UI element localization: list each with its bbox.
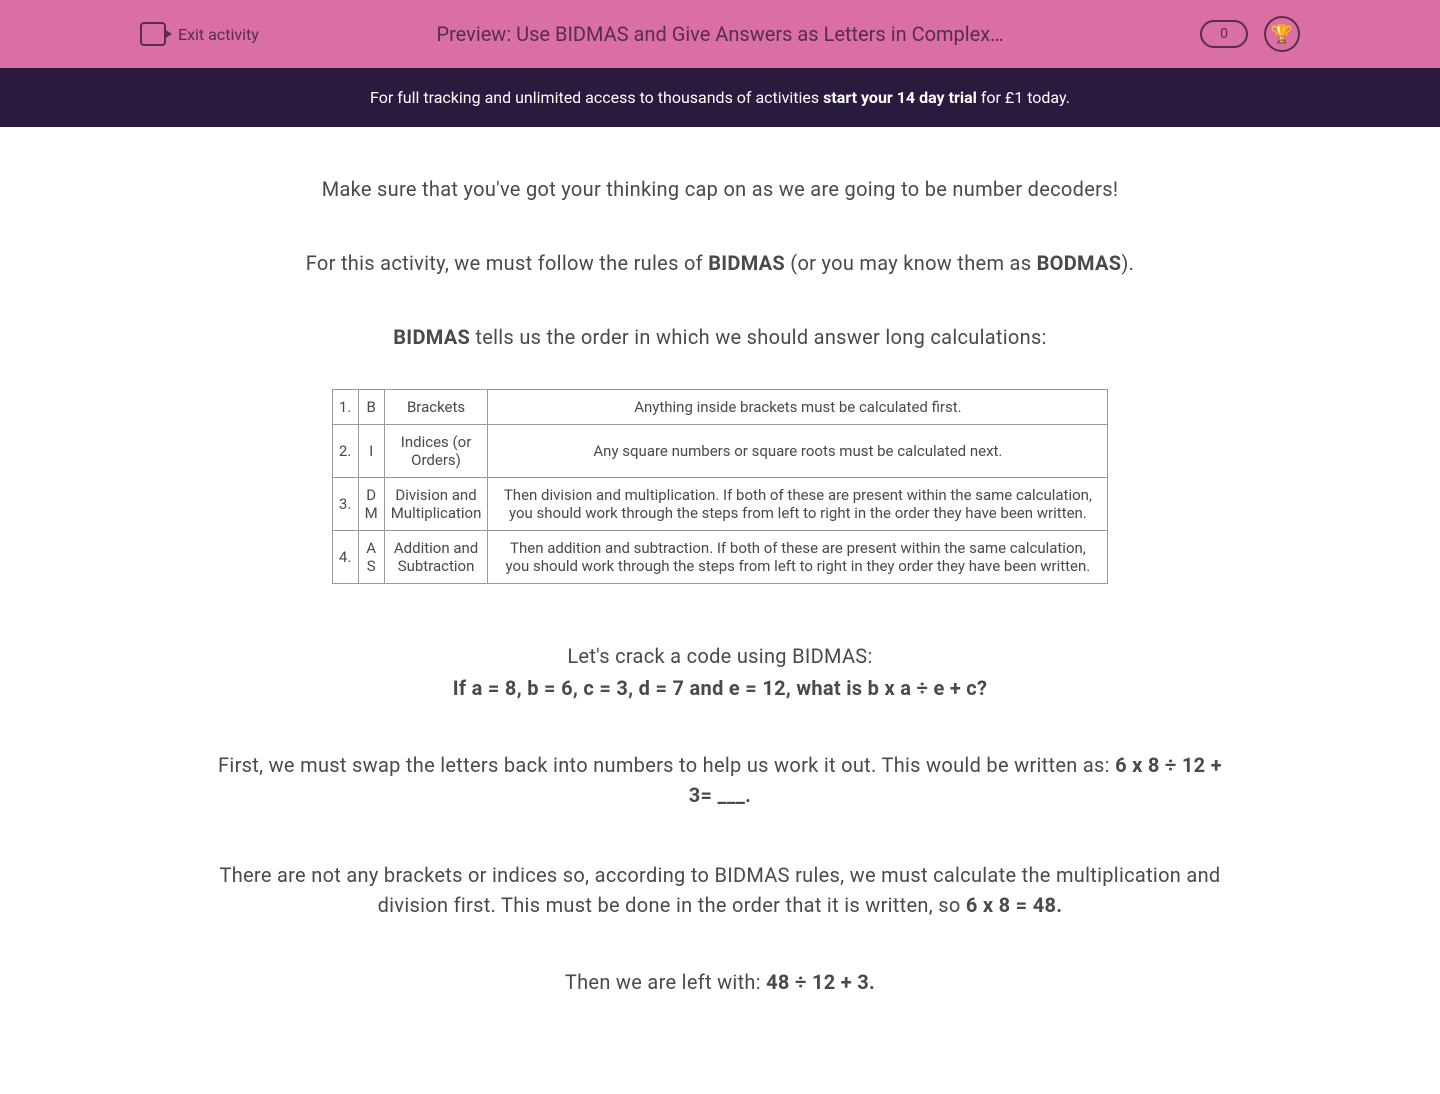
row-num: 1.	[332, 390, 358, 425]
row-name: Division and Multiplication	[384, 478, 488, 531]
order-text: BIDMAS tells us the order in which we sh…	[210, 325, 1230, 349]
table-row: 4. A S Addition and Subtraction Then add…	[332, 531, 1108, 584]
row-name: Addition and Subtraction	[384, 531, 488, 584]
header-bar: Exit activity Preview: Use BIDMAS and Gi…	[0, 0, 1440, 68]
promo-prefix: For full tracking and unlimited access t…	[370, 88, 823, 107]
table-row: 1. B Brackets Anything inside brackets m…	[332, 390, 1108, 425]
row-letter: B	[358, 390, 384, 425]
explain2-bold: 6 x 8 = 48.	[966, 893, 1063, 917]
row-letter: A S	[358, 531, 384, 584]
intro-text: Make sure that you've got your thinking …	[210, 177, 1230, 201]
explain-text-1: First, we must swap the letters back int…	[210, 750, 1230, 810]
row-desc: Then addition and subtraction. If both o…	[488, 531, 1108, 584]
explain2-prefix: There are not any brackets or indices so…	[219, 863, 1220, 917]
row-name: Indices (or Orders)	[384, 425, 488, 478]
trophy-icon: 🏆	[1271, 24, 1293, 45]
rules-suffix: ).	[1121, 251, 1134, 275]
row-num: 3.	[332, 478, 358, 531]
row-letter: D M	[358, 478, 384, 531]
exit-label: Exit activity	[178, 25, 259, 44]
order-suffix: tells us the order in which we should an…	[470, 325, 1047, 349]
step-prefix: Then we are left with:	[565, 970, 766, 994]
promo-banner[interactable]: For full tracking and unlimited access t…	[0, 68, 1440, 127]
row-desc: Then division and multiplication. If bot…	[488, 478, 1108, 531]
step-bold: 48 ÷ 12 + 3.	[766, 970, 875, 994]
order-prefix: BIDMAS	[393, 325, 470, 349]
rules-text: For this activity, we must follow the ru…	[210, 251, 1230, 275]
rules-prefix: For this activity, we must follow the ru…	[306, 251, 708, 275]
promo-suffix: for £1 today.	[977, 88, 1070, 107]
row-name: Brackets	[384, 390, 488, 425]
trophy-button[interactable]: 🏆	[1264, 16, 1300, 52]
code-intro: Let's crack a code using BIDMAS:	[210, 644, 1230, 668]
step-text: Then we are left with: 48 ÷ 12 + 3.	[210, 970, 1230, 994]
exit-icon	[140, 22, 166, 46]
table-row: 2. I Indices (or Orders) Any square numb…	[332, 425, 1108, 478]
row-desc: Anything inside brackets must be calcula…	[488, 390, 1108, 425]
table-row: 3. D M Division and Multiplication Then …	[332, 478, 1108, 531]
row-desc: Any square numbers or square roots must …	[488, 425, 1108, 478]
score-badge[interactable]: 0	[1200, 20, 1248, 48]
page-title: Preview: Use BIDMAS and Give Answers as …	[436, 22, 1003, 46]
row-num: 2.	[332, 425, 358, 478]
explain1-prefix: First, we must swap the letters back int…	[218, 753, 1115, 777]
bidmas-table: 1. B Brackets Anything inside brackets m…	[332, 389, 1109, 584]
content-area: Make sure that you've got your thinking …	[170, 127, 1270, 1094]
promo-bold: start your 14 day trial	[823, 88, 977, 107]
exit-activity-button[interactable]: Exit activity	[140, 22, 259, 46]
header-right: 0 🏆	[1200, 16, 1300, 52]
rules-bodmas: BODMAS	[1037, 251, 1122, 275]
row-letter: I	[358, 425, 384, 478]
code-question: If a = 8, b = 6, c = 3, d = 7 and e = 12…	[210, 676, 1230, 700]
rules-bidmas: BIDMAS	[708, 251, 785, 275]
rules-mid: (or you may know them as	[785, 251, 1037, 275]
row-num: 4.	[332, 531, 358, 584]
explain-text-2: There are not any brackets or indices so…	[210, 860, 1230, 920]
